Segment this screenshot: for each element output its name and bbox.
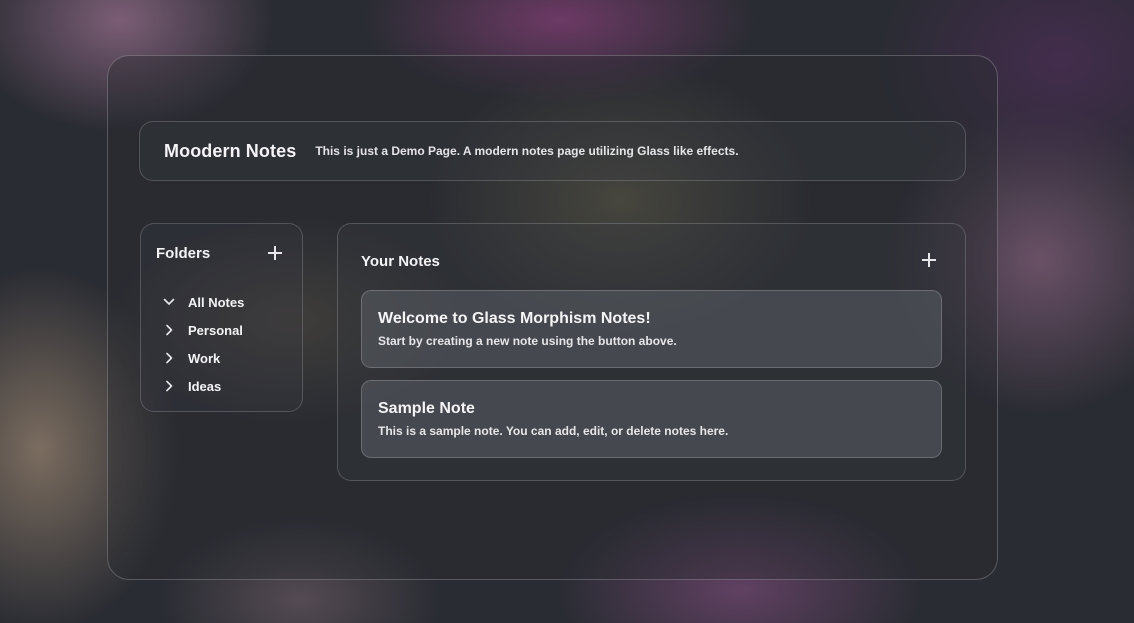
chevron-right-icon <box>166 352 173 364</box>
app-header: Moodern Notes This is just a Demo Page. … <box>139 121 966 181</box>
note-body: Start by creating a new note using the b… <box>378 334 677 348</box>
chevron-right-icon <box>166 324 173 336</box>
notes-panel: Your Notes Welcome to Glass Morphism Not… <box>337 223 966 481</box>
folders-panel: Folders All Notes Personal Work Ideas <box>140 223 303 412</box>
note-body: This is a sample note. You can add, edit… <box>378 424 729 438</box>
add-note-plus-icon[interactable] <box>922 253 936 267</box>
folders-title: Folders <box>156 245 211 262</box>
folder-item-all-notes[interactable]: All Notes <box>161 288 244 316</box>
add-folder-plus-icon[interactable] <box>268 246 282 260</box>
folder-label: Ideas <box>188 378 222 394</box>
folder-item-work[interactable]: Work <box>161 344 244 372</box>
folder-label: All Notes <box>188 294 245 310</box>
folder-list: All Notes Personal Work Ideas <box>161 288 244 400</box>
app-description: This is just a Demo Page. A modern notes… <box>315 144 739 158</box>
chevron-down-icon <box>163 298 175 305</box>
note-title: Sample Note <box>378 400 475 417</box>
notes-title: Your Notes <box>361 253 440 270</box>
note-title: Welcome to Glass Morphism Notes! <box>378 310 651 327</box>
folder-label: Work <box>188 350 221 366</box>
app-title: Moodern Notes <box>164 140 297 161</box>
chevron-right-icon <box>166 380 173 392</box>
folder-item-ideas[interactable]: Ideas <box>161 372 244 400</box>
note-card-sample[interactable]: Sample Note This is a sample note. You c… <box>361 380 942 458</box>
note-card-welcome[interactable]: Welcome to Glass Morphism Notes! Start b… <box>361 290 942 368</box>
folder-label: Personal <box>188 322 243 338</box>
folder-item-personal[interactable]: Personal <box>161 316 244 344</box>
